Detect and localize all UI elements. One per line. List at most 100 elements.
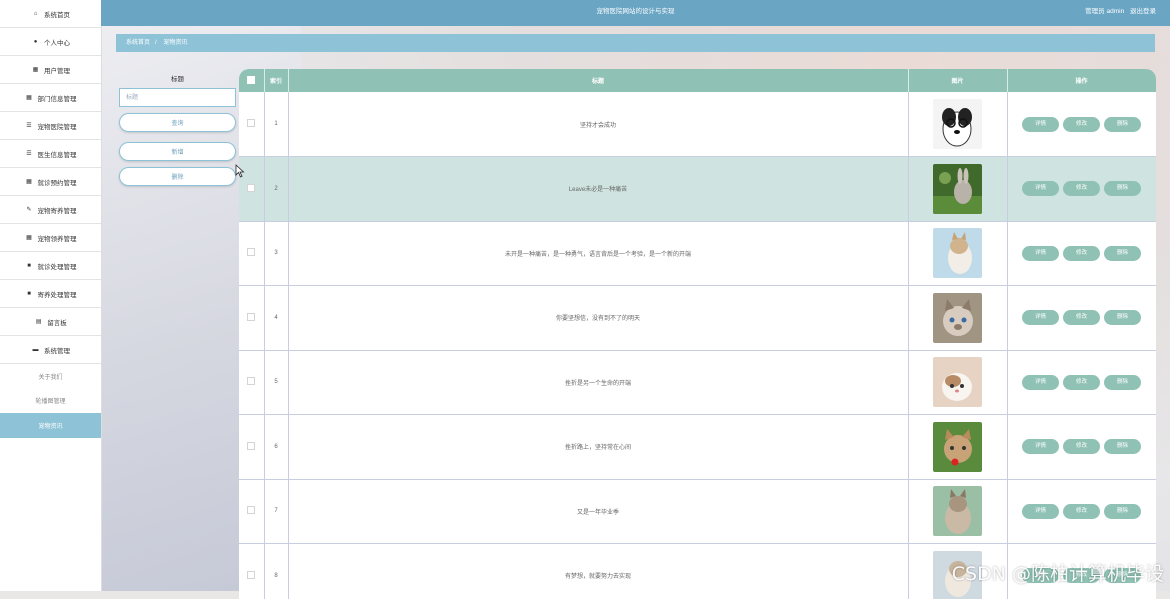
- sidebar-item-label: 部门信息管理: [38, 93, 77, 103]
- row-title: 你要坚想信，没有到不了的明天: [288, 286, 908, 351]
- row-actions: 详情修改删除: [1007, 221, 1156, 286]
- sidebar-item[interactable]: ☰宠物医院管理: [0, 112, 101, 140]
- detail-button[interactable]: 详情: [1022, 181, 1059, 196]
- edit-icon: ✎: [25, 206, 34, 213]
- breadcrumb-separator: /: [155, 40, 157, 46]
- row-image-cell: [908, 286, 1007, 351]
- title-search-input[interactable]: [119, 88, 236, 107]
- row-select-cell[interactable]: [239, 415, 264, 480]
- row-checkbox[interactable]: [247, 313, 255, 321]
- table-header: 索引 标题 图片 操作: [239, 69, 1156, 92]
- breadcrumb: 系统首页 / 宠物资讯: [116, 34, 1155, 52]
- sidebar-subitem[interactable]: 关于我们: [0, 364, 101, 389]
- row-select-cell[interactable]: [239, 92, 264, 157]
- add-button[interactable]: 新增: [119, 142, 236, 161]
- delete-button[interactable]: 删除: [1104, 504, 1141, 519]
- delete-button[interactable]: 删除: [1104, 246, 1141, 261]
- delete-button[interactable]: 删除: [1104, 439, 1141, 454]
- table-row[interactable]: 7又是一年毕业季详情修改删除: [239, 479, 1156, 544]
- column-header-index: 索引: [264, 69, 288, 92]
- row-select-cell[interactable]: [239, 479, 264, 544]
- edit-button[interactable]: 修改: [1063, 310, 1100, 325]
- sidebar-item[interactable]: ▤留言板: [0, 308, 101, 336]
- column-header-actions: 操作: [1007, 69, 1156, 92]
- row-index: 3: [264, 221, 288, 286]
- row-index: 1: [264, 92, 288, 157]
- detail-button[interactable]: 详情: [1022, 504, 1059, 519]
- row-title: 未开是一种痛苦，是一种勇气，语言背后是一个考验，是一个新的开端: [288, 221, 908, 286]
- table-row[interactable]: 6挫折路上，坚持常在心间详情修改删除: [239, 415, 1156, 480]
- sidebar-item[interactable]: ▦ 部门信息管理: [0, 84, 101, 112]
- table-row[interactable]: 1坚持才会成功 详情修改删除: [239, 92, 1156, 157]
- select-all-checkbox[interactable]: [247, 76, 255, 84]
- row-image-cell: [908, 350, 1007, 415]
- row-checkbox[interactable]: [247, 377, 255, 385]
- row-checkbox[interactable]: [247, 442, 255, 450]
- pet-thumbnail: [933, 422, 982, 472]
- detail-button[interactable]: 详情: [1022, 310, 1059, 325]
- current-user: 管理员 admin: [1085, 8, 1124, 15]
- site-title: 宠物医院网站的设计与实现: [101, 0, 1170, 24]
- grid-icon: ▦: [25, 94, 34, 101]
- delete-button[interactable]: 删除: [1104, 181, 1141, 196]
- table-row[interactable]: 2Leave未必是一种痛苦详情修改删除: [239, 157, 1156, 222]
- list-icon: ☰: [25, 122, 34, 129]
- delete-button[interactable]: 删除: [1104, 310, 1141, 325]
- sidebar-item[interactable]: ▦宠物领养管理: [0, 224, 101, 252]
- row-select-cell[interactable]: [239, 350, 264, 415]
- sidebar-item-label: 用户管理: [44, 65, 70, 75]
- breadcrumb-home[interactable]: 系统首页: [126, 40, 150, 46]
- detail-button[interactable]: 详情: [1022, 117, 1059, 132]
- settings-icon: ▬: [31, 347, 40, 353]
- edit-button[interactable]: 修改: [1063, 375, 1100, 390]
- row-index: 5: [264, 350, 288, 415]
- sidebar-item[interactable]: ●个人中心: [0, 28, 101, 56]
- detail-button[interactable]: 详情: [1022, 246, 1059, 261]
- row-image-cell: [908, 92, 1007, 157]
- sidebar-subitem[interactable]: 轮播图管理: [0, 389, 101, 414]
- row-checkbox[interactable]: [247, 506, 255, 514]
- edit-button[interactable]: 修改: [1063, 181, 1100, 196]
- sidebar-item[interactable]: ▦用户管理: [0, 56, 101, 84]
- sidebar-item[interactable]: ▦就诊预约管理: [0, 168, 101, 196]
- row-select-cell[interactable]: [239, 286, 264, 351]
- select-all-header[interactable]: [239, 69, 264, 92]
- title-filter-label: 标题: [119, 73, 236, 83]
- sidebar-item[interactable]: ■就诊处理管理: [0, 252, 101, 280]
- row-checkbox[interactable]: [247, 119, 255, 127]
- logout-link[interactable]: 退出登录: [1130, 8, 1156, 15]
- edit-button[interactable]: 修改: [1063, 117, 1100, 132]
- row-title: 坚持才会成功: [288, 92, 908, 157]
- table-row[interactable]: 3未开是一种痛苦，是一种勇气，语言背后是一个考验，是一个新的开端 详情修改删除: [239, 221, 1156, 286]
- row-select-cell[interactable]: [239, 221, 264, 286]
- batch-delete-button[interactable]: 删除: [119, 167, 236, 186]
- edit-button[interactable]: 修改: [1063, 504, 1100, 519]
- sidebar-item[interactable]: ■寄养处理管理: [0, 280, 101, 308]
- pet-thumbnail: [933, 164, 982, 214]
- table-row[interactable]: 5挫折是另一个生命的开端详情修改删除: [239, 350, 1156, 415]
- detail-button[interactable]: 详情: [1022, 439, 1059, 454]
- row-checkbox[interactable]: [247, 571, 255, 579]
- edit-button[interactable]: 修改: [1063, 439, 1100, 454]
- sidebar-item[interactable]: ▬系统管理: [0, 336, 101, 364]
- delete-button[interactable]: 删除: [1104, 117, 1141, 132]
- row-actions: 详情修改删除: [1007, 479, 1156, 544]
- query-button[interactable]: 查询: [119, 113, 236, 132]
- delete-button[interactable]: 删除: [1104, 375, 1141, 390]
- pet-thumbnail: [933, 357, 982, 407]
- sidebar-item-label: 就诊预约管理: [38, 177, 77, 187]
- row-checkbox[interactable]: [247, 184, 255, 192]
- user-area: 管理员 admin 退出登录: [1081, 0, 1156, 24]
- row-checkbox[interactable]: [247, 248, 255, 256]
- breadcrumb-current: 宠物资讯: [163, 40, 187, 46]
- table-row[interactable]: 4你要坚想信，没有到不了的明天详情修改删除: [239, 286, 1156, 351]
- sidebar-subitem[interactable]: 宠物资讯: [0, 413, 101, 438]
- sidebar-item[interactable]: ⌂系统首页: [0, 0, 101, 28]
- sidebar-item[interactable]: ☰医生信息管理: [0, 140, 101, 168]
- edit-button[interactable]: 修改: [1063, 246, 1100, 261]
- detail-button[interactable]: 详情: [1022, 375, 1059, 390]
- top-bar: 宠物医院网站的设计与实现 管理员 admin 退出登录: [101, 0, 1170, 26]
- bag-icon: ■: [25, 291, 34, 297]
- sidebar-item[interactable]: ✎宠物寄养管理: [0, 196, 101, 224]
- user-icon: ●: [31, 39, 40, 45]
